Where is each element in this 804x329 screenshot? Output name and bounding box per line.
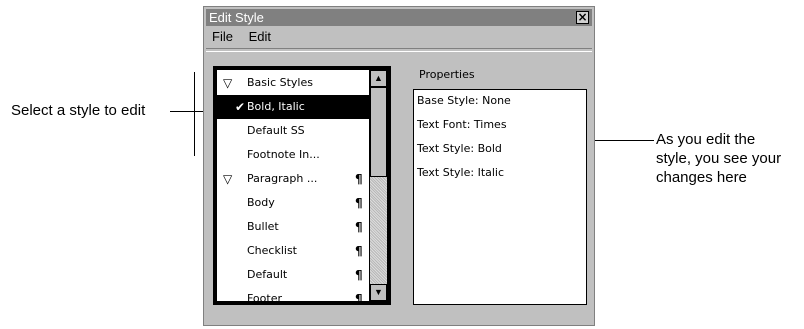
style-list-box: ▽ Basic Styles ✔ Bold, Italic Default SS Foot…	[217, 70, 387, 306]
style-list-item[interactable]: Default SS	[217, 119, 369, 143]
style-name: Footnote In...	[247, 148, 320, 161]
checkmark-icon: ✔	[235, 100, 246, 114]
style-name: Basic Styles	[247, 76, 313, 89]
menu-file[interactable]: File	[212, 29, 233, 44]
window-title: Edit Style	[209, 10, 264, 25]
style-name: Default SS	[247, 124, 305, 137]
style-name: Paragraph ...	[247, 172, 318, 185]
style-list-item[interactable]: ▽ Basic Styles	[217, 71, 369, 95]
pilcrow-icon: ¶	[355, 220, 363, 234]
property-line: Base Style: None	[417, 94, 511, 107]
style-list-item[interactable]: Footer ¶	[217, 287, 369, 311]
property-line: Text Style: Bold	[417, 142, 502, 155]
expand-triangle-icon[interactable]: ▽	[223, 167, 232, 191]
style-name: Bold, Italic	[247, 100, 305, 113]
properties-panel: Base Style: None Text Font: Times Text S…	[413, 89, 587, 305]
style-list-item[interactable]: Default ¶	[217, 263, 369, 287]
style-name: Footer	[247, 292, 282, 305]
list-scrollbar[interactable]: ▲ ▼	[369, 70, 387, 301]
down-arrow-icon: ▼	[374, 287, 383, 297]
pilcrow-icon: ¶	[355, 244, 363, 258]
style-list-item[interactable]: Checklist ¶	[217, 239, 369, 263]
style-list-frame: ▽ Basic Styles ✔ Bold, Italic Default SS Foot…	[213, 66, 391, 306]
callout-bracket-left	[194, 72, 195, 156]
edit-style-window: Edit Style × File Edit ▽ Basic Styles ✔ Bol…	[203, 6, 595, 326]
close-button[interactable]: ×	[576, 11, 589, 24]
style-list-item[interactable]: Body ¶	[217, 191, 369, 215]
style-name: Checklist	[247, 244, 297, 257]
style-list-item[interactable]: ✔ Bold, Italic	[217, 95, 369, 119]
pilcrow-icon: ¶	[355, 292, 363, 306]
callout-line-2: style, you see your	[656, 150, 782, 167]
callout-line-3: changes here	[656, 169, 747, 186]
scroll-down-button[interactable]: ▼	[370, 284, 387, 301]
property-line: Text Font: Times	[417, 118, 507, 131]
style-list[interactable]: ▽ Basic Styles ✔ Bold, Italic Default SS Foot…	[217, 70, 369, 306]
style-list-item[interactable]: Footnote In...	[217, 143, 369, 167]
scroll-thumb[interactable]	[370, 87, 387, 177]
title-bar[interactable]: Edit Style ×	[206, 9, 592, 26]
style-name: Body	[247, 196, 275, 209]
pilcrow-icon: ¶	[355, 268, 363, 282]
menu-divider	[206, 48, 592, 52]
style-name: Default	[247, 268, 288, 281]
pilcrow-icon: ¶	[355, 172, 363, 186]
callout-changes: As you edit the style, you see your chan…	[656, 130, 804, 187]
callout-select-style: Select a style to edit	[11, 102, 146, 119]
style-name: Bullet	[247, 220, 279, 233]
pilcrow-icon: ¶	[355, 196, 363, 210]
expand-triangle-icon[interactable]: ▽	[223, 71, 232, 95]
style-list-item[interactable]: ▽ Paragraph ... ¶	[217, 167, 369, 191]
menu-edit[interactable]: Edit	[249, 29, 271, 44]
up-arrow-icon: ▲	[374, 73, 383, 83]
close-icon: ×	[577, 10, 588, 24]
callout-line-1: As you edit the	[656, 131, 756, 148]
property-line: Text Style: Italic	[417, 166, 505, 179]
menu-bar: File Edit	[206, 27, 592, 47]
scroll-up-button[interactable]: ▲	[370, 70, 387, 87]
properties-label: Properties	[419, 68, 475, 81]
style-list-item[interactable]: Bullet ¶	[217, 215, 369, 239]
